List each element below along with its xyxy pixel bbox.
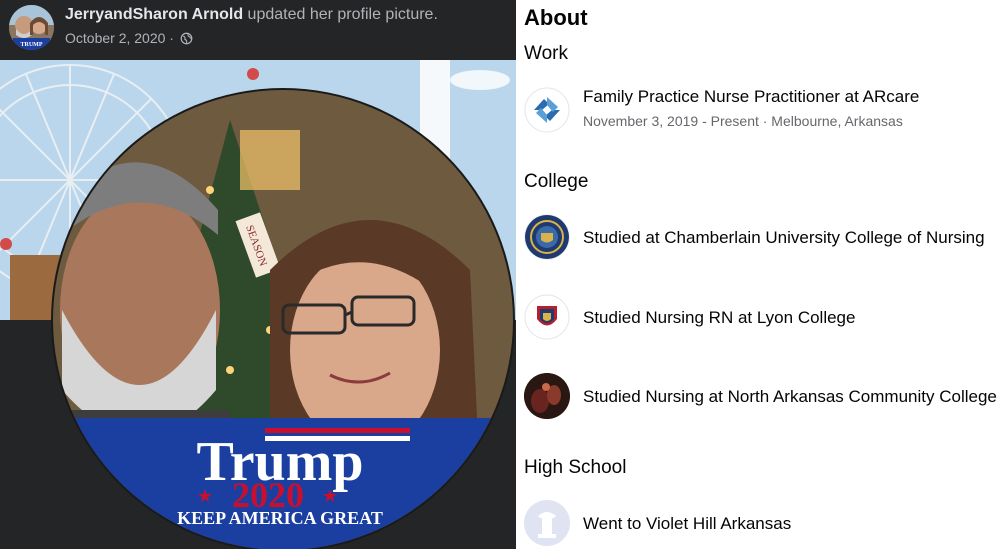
arcare-logo-icon[interactable] xyxy=(524,87,570,133)
college-section-title: College xyxy=(524,171,589,192)
post-action-text: updated her profile picture. xyxy=(243,6,438,23)
banner-slogan-text: KEEP AMERICA GREAT xyxy=(177,508,383,528)
college-3-label[interactable]: Studied Nursing at North Arkansas Commun… xyxy=(583,387,997,407)
avatar-image: TRUMP xyxy=(9,5,54,50)
post-meta: October 2, 2020 · xyxy=(65,30,193,48)
highschool-entry[interactable]: Went to Violet Hill Arkansas xyxy=(524,500,1000,549)
school-photo-icon[interactable] xyxy=(524,373,570,419)
profile-picture-post: TRUMP JerryandSharon Arnold updated her … xyxy=(0,0,516,549)
screenshot-root: TRUMP JerryandSharon Arnold updated her … xyxy=(0,0,1000,549)
college-2-label[interactable]: Studied Nursing RN at Lyon College xyxy=(583,308,855,328)
work-title[interactable]: Family Practice Nurse Practitioner at AR… xyxy=(583,87,919,107)
meta-separator: · xyxy=(165,30,178,46)
highschool-label[interactable]: Went to Violet Hill Arkansas xyxy=(583,514,791,534)
post-photo[interactable]: SEASON Trump 2020 ★ ★ KEEP AMERICA GREAT xyxy=(0,60,516,549)
about-heading: About xyxy=(524,5,588,30)
about-panel: About Work Family Practice Nurse Practit… xyxy=(516,0,1000,549)
chamberlain-seal-icon[interactable] xyxy=(524,214,570,260)
author-name-link[interactable]: JerryandSharon Arnold xyxy=(65,6,243,23)
avatar[interactable]: TRUMP xyxy=(9,5,54,50)
post-date-link[interactable]: October 2, 2020 xyxy=(65,30,165,46)
highschool-section-title: High School xyxy=(524,457,627,478)
globe-icon[interactable] xyxy=(180,32,193,48)
work-section-title: Work xyxy=(524,43,568,64)
lyon-crest-icon[interactable] xyxy=(524,294,570,340)
school-placeholder-icon[interactable] xyxy=(524,500,570,546)
profile-photo-image: SEASON Trump 2020 ★ ★ KEEP AMERICA GREAT xyxy=(0,60,516,549)
college-1-label[interactable]: Studied at Chamberlain University Colleg… xyxy=(583,228,985,248)
post-author-line: JerryandSharon Arnold updated her profil… xyxy=(65,6,438,24)
college-entry-3[interactable]: Studied Nursing at North Arkansas Commun… xyxy=(524,373,1000,423)
college-entry-1[interactable]: Studied at Chamberlain University Colleg… xyxy=(524,214,1000,264)
work-subtitle: November 3, 2019 - Present · Melbourne, … xyxy=(583,113,903,129)
svg-text:★: ★ xyxy=(197,486,213,506)
post-header: TRUMP JerryandSharon Arnold updated her … xyxy=(0,0,516,60)
svg-text:★: ★ xyxy=(322,486,338,506)
work-entry[interactable]: Family Practice Nurse Practitioner at AR… xyxy=(524,87,1000,137)
avatar-badge-text: TRUMP xyxy=(21,42,43,48)
college-entry-2[interactable]: Studied Nursing RN at Lyon College xyxy=(524,294,1000,344)
